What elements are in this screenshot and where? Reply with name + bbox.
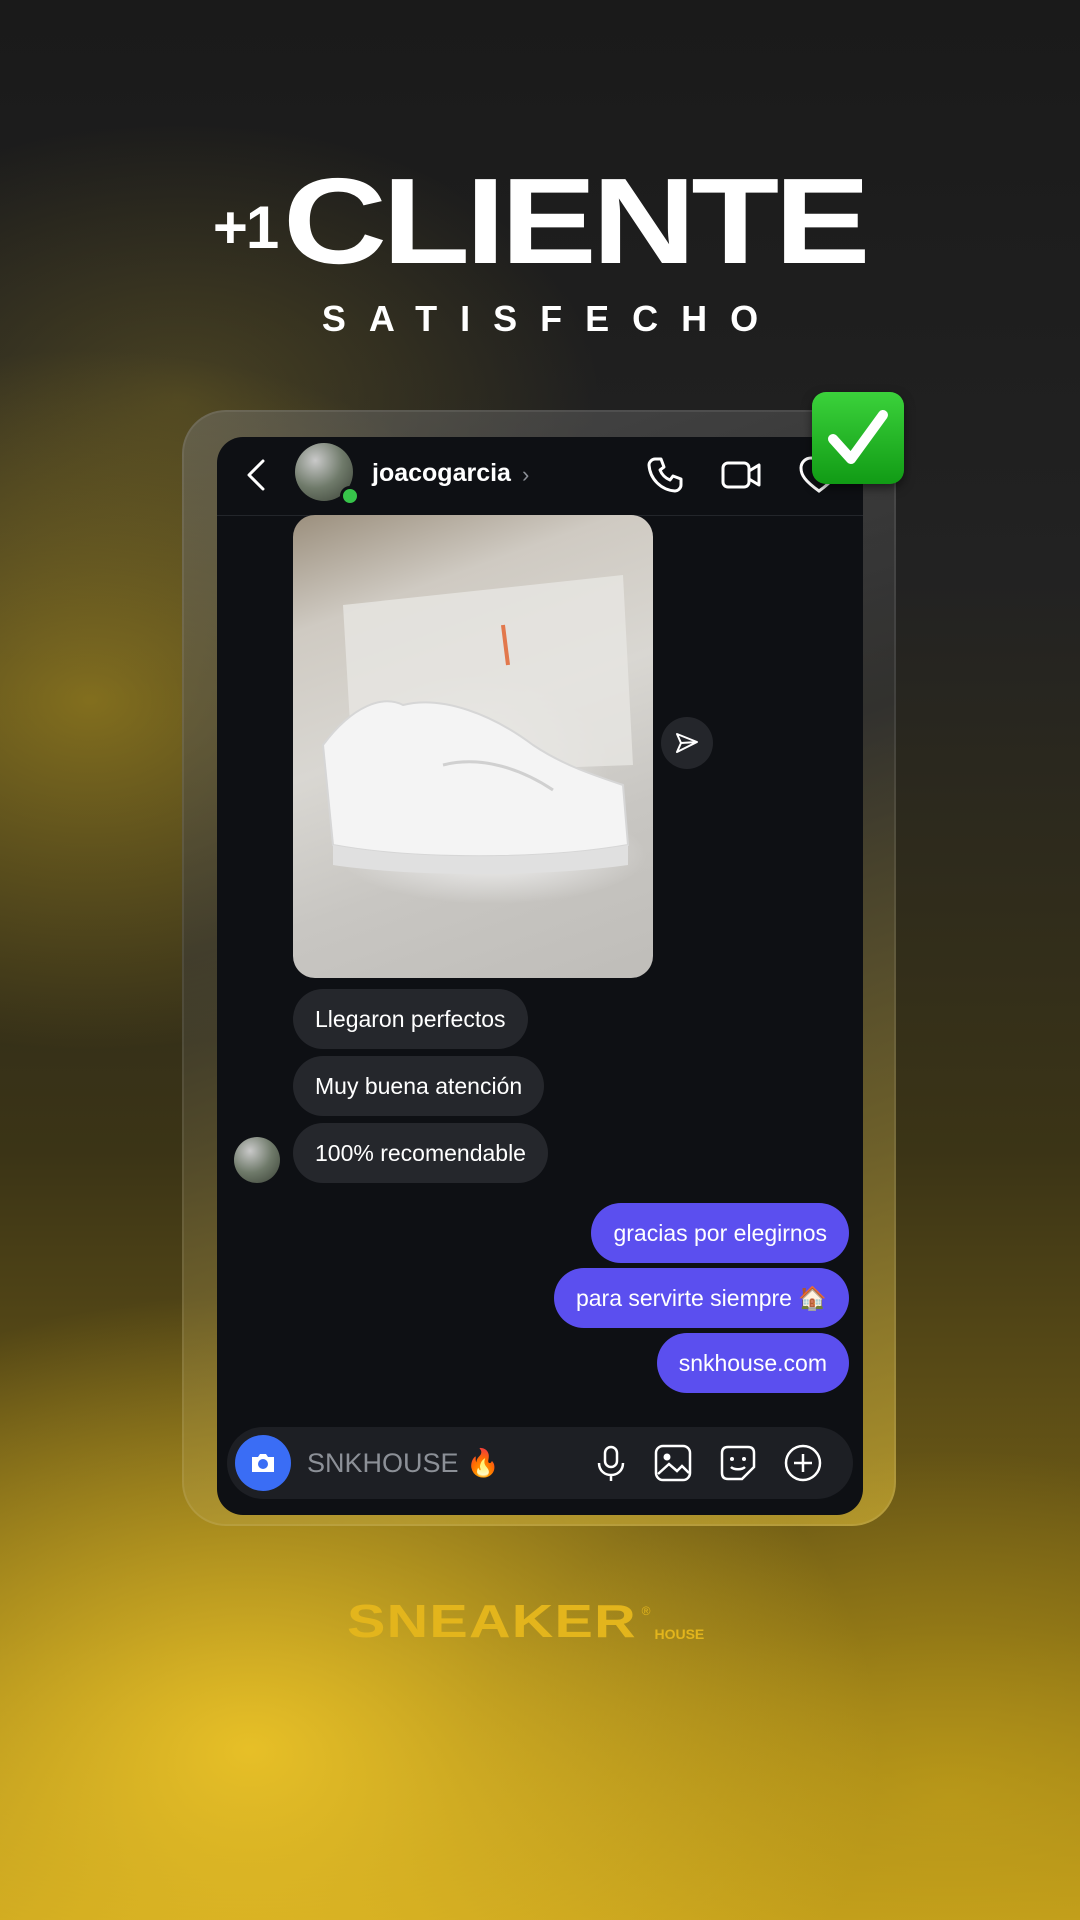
camera-button[interactable] bbox=[235, 1435, 291, 1491]
online-indicator bbox=[340, 486, 360, 506]
chevron-right-icon: › bbox=[522, 462, 530, 487]
incoming-message[interactable]: Muy buena atención bbox=[293, 1056, 545, 1116]
video-icon[interactable] bbox=[717, 451, 765, 499]
incoming-message[interactable]: 100% recomendable bbox=[293, 1123, 548, 1183]
outgoing-message[interactable]: gracias por elegirnos bbox=[591, 1203, 849, 1263]
headline-title: CLIENTE bbox=[283, 153, 871, 289]
brand-suffix: HOUSE bbox=[654, 1626, 705, 1642]
brand-logo: SNEAKER ® HOUSE bbox=[0, 1594, 1080, 1648]
mic-icon[interactable] bbox=[589, 1441, 633, 1485]
sneaker-illustration bbox=[321, 575, 633, 874]
gallery-icon[interactable] bbox=[651, 1441, 695, 1485]
headline: +1 CLIENTE SATISFECHO bbox=[0, 153, 1080, 340]
outgoing-message[interactable]: snkhouse.com bbox=[656, 1333, 849, 1393]
sender-avatar[interactable] bbox=[234, 1137, 280, 1183]
message-composer: SNKHOUSE 🔥 bbox=[227, 1427, 853, 1499]
plus-one: +1 bbox=[212, 193, 279, 261]
incoming-message[interactable]: Llegaron perfectos bbox=[293, 989, 528, 1049]
headline-subtitle: SATISFECHO bbox=[321, 297, 782, 339]
sneaker-photo[interactable] bbox=[293, 515, 653, 978]
outgoing-message[interactable]: para servirte siempre 🏠 bbox=[553, 1268, 849, 1328]
share-button[interactable] bbox=[661, 717, 713, 769]
brand-registered: ® bbox=[641, 1604, 651, 1618]
phone-icon[interactable] bbox=[641, 451, 689, 499]
checkmark-icon bbox=[828, 410, 888, 464]
chat-username[interactable]: joacogarcia bbox=[372, 459, 511, 488]
back-chevron-icon[interactable] bbox=[237, 455, 277, 495]
title-line: +1 CLIENTE bbox=[0, 153, 1080, 289]
message-input[interactable]: SNKHOUSE 🔥 bbox=[307, 1447, 500, 1479]
check-badge bbox=[812, 392, 904, 484]
share-icon bbox=[676, 733, 698, 753]
chat-screen: joacogarcia › Llegaron perfectos Muy bue… bbox=[217, 437, 863, 1515]
plus-circle-icon[interactable] bbox=[781, 1441, 825, 1485]
chat-header: joacogarcia › bbox=[217, 437, 863, 516]
sticker-icon[interactable] bbox=[716, 1441, 760, 1485]
camera-icon bbox=[252, 1454, 274, 1472]
brand-name: SNEAKER bbox=[346, 1595, 637, 1647]
